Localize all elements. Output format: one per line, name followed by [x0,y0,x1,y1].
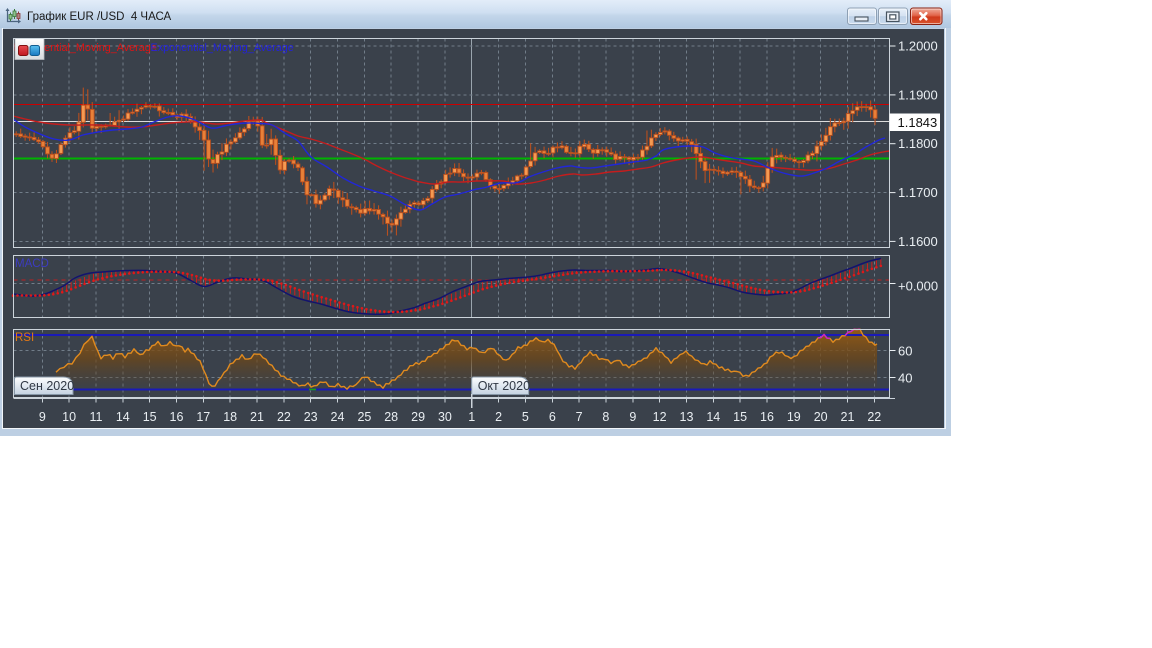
svg-text:1.2000: 1.2000 [898,39,938,54]
svg-text:График EUR /USD 4 ЧАСА: График EUR /USD 4 ЧАСА [27,11,172,23]
svg-text:24: 24 [331,410,345,424]
svg-text:RSI: RSI [15,332,34,344]
svg-text:30: 30 [438,410,452,424]
svg-text:18: 18 [223,410,237,424]
svg-text:23: 23 [304,410,318,424]
svg-text:8: 8 [602,410,609,424]
svg-text:7: 7 [576,410,583,424]
svg-text:Окт 2020: Окт 2020 [478,379,530,393]
svg-text:+0.000: +0.000 [898,279,938,294]
svg-text:1.1900: 1.1900 [898,87,938,102]
svg-text:1: 1 [468,410,475,424]
svg-text:11: 11 [90,410,103,424]
svg-text:5: 5 [522,410,529,424]
svg-text:6: 6 [549,410,556,424]
svg-text:21: 21 [841,410,855,424]
svg-text:19: 19 [787,410,801,424]
svg-text:16: 16 [170,410,184,424]
svg-text:13: 13 [680,410,694,424]
svg-text:28: 28 [384,410,398,424]
svg-text:16: 16 [760,410,774,424]
svg-text:25: 25 [357,410,371,424]
svg-text:15: 15 [143,410,157,424]
svg-text:29: 29 [411,410,425,424]
svg-text:2: 2 [495,410,502,424]
svg-text:9: 9 [629,410,636,424]
svg-text:MACD: MACD [15,258,49,270]
svg-text:1.1843: 1.1843 [898,115,938,130]
svg-text:1.1700: 1.1700 [898,185,938,200]
svg-text:15: 15 [733,410,747,424]
svg-text:1.1600: 1.1600 [898,234,938,249]
svg-text:14: 14 [706,410,720,424]
svg-text:60: 60 [898,344,912,359]
svg-text:20: 20 [814,410,828,424]
svg-text:1.1800: 1.1800 [898,136,938,151]
svg-text:Exponential_Moving_Average: Exponential_Moving_Average [151,42,294,54]
svg-text:14: 14 [116,410,130,424]
svg-text:21: 21 [250,410,264,424]
svg-text:Сен 2020: Сен 2020 [20,379,74,393]
svg-text:22: 22 [277,410,291,424]
svg-text:12: 12 [653,410,667,424]
svg-text:10: 10 [62,410,76,424]
svg-text:22: 22 [867,410,881,424]
svg-text:17: 17 [196,410,210,424]
svg-text:9: 9 [39,410,46,424]
svg-text:40: 40 [898,371,912,386]
